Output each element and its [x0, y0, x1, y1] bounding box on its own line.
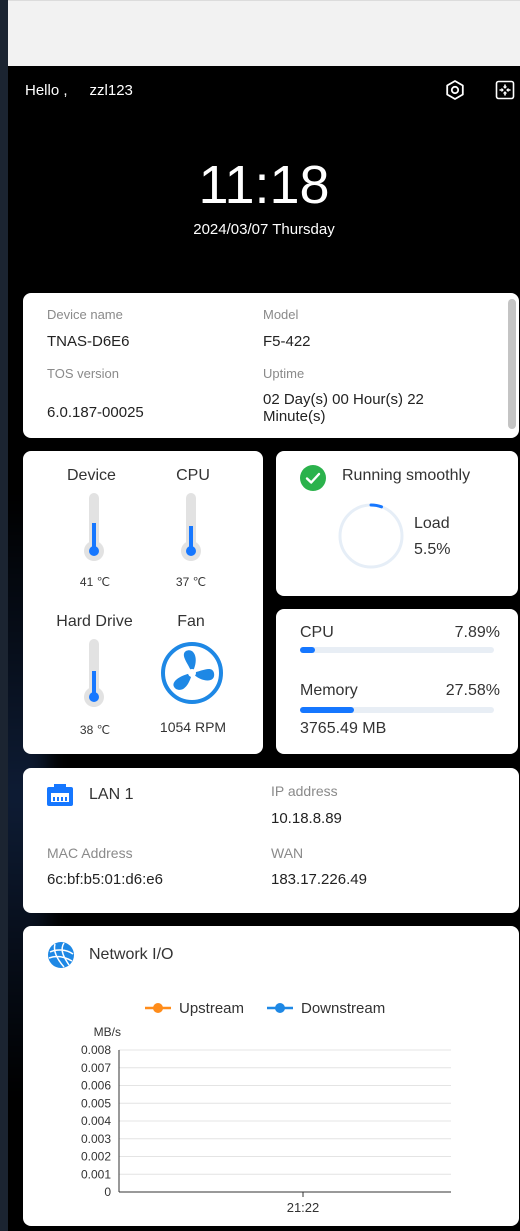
x-tick-label: 21:22 [287, 1200, 320, 1215]
device-name-value: TNAS-D6E6 [47, 333, 130, 350]
y-axis-unit-label: MB/s [94, 1025, 121, 1039]
cpu-usage-label: CPU [300, 624, 334, 641]
exit-fullscreen-icon[interactable] [494, 79, 516, 101]
network-io-card: Network I/O Upstream Downstream MB/s 0.008 0… [23, 926, 519, 1226]
ip-address-label: IP address [271, 783, 338, 799]
status-text: Running smoothly [342, 467, 471, 484]
tos-version-label: TOS version [47, 366, 120, 381]
hdd-thermometer-fill [92, 671, 96, 694]
uptime-value: 02 Day(s) 00 Hour(s) 22 Minute(s) [263, 391, 424, 425]
y-tick-label: 0.002 [81, 1150, 111, 1164]
hard-drive-temp-label: Hard Drive [56, 613, 133, 630]
lan-port-icon [47, 784, 73, 806]
network-io-chart: Upstream Downstream MB/s 0.008 0.007 0.006 0.0… [81, 1000, 451, 1215]
y-tick-label: 0.005 [81, 1096, 111, 1110]
settings-icon[interactable] [444, 79, 466, 101]
greeting: Hello , zzl123 [25, 82, 133, 99]
globe-icon [48, 942, 74, 968]
hard-drive-temp-value: 38 ℃ [79, 723, 111, 737]
cpu-thermometer-icon [181, 493, 201, 561]
check-circle-icon [300, 465, 326, 491]
y-tick-label: 0.006 [81, 1079, 111, 1093]
network-io-title: Network I/O [89, 946, 174, 963]
load-gauge [338, 503, 404, 569]
mac-address-value: 6c:bf:b5:01:d6:e6 [47, 871, 163, 888]
model-label: Model [263, 307, 299, 322]
clock-date: 2024/03/07 Thursday [193, 221, 335, 238]
legend-label-0: Upstream [179, 1000, 244, 1017]
uptime-line-2: Minute(s) [263, 408, 326, 425]
lan-name: LAN 1 [89, 786, 134, 803]
cpu-usage-bar-fill [300, 647, 316, 653]
temperature-card: Device CPU 41 ℃ 37 ℃ Hard Drive Fan 38 ℃… [23, 451, 263, 754]
greeting-text: Hello , [25, 82, 68, 99]
load-value: 5.5% [414, 541, 451, 558]
cpu-usage-bar [300, 647, 494, 653]
fan-label: Fan [177, 613, 205, 630]
y-tick-label: 0.001 [81, 1167, 111, 1181]
memory-usage-bar [300, 707, 494, 713]
y-tick-label: 0 [104, 1185, 111, 1199]
wan-value: 183.17.226.49 [271, 871, 367, 888]
mac-address-label: MAC Address [47, 845, 133, 861]
device-temp-label: Device [67, 467, 116, 484]
memory-used-value: 3765.49 MB [300, 720, 387, 737]
memory-usage-value: 27.58% [445, 682, 500, 699]
legend-marker-0 [153, 1003, 163, 1013]
memory-usage-bar-fill [300, 707, 354, 713]
model-value: F5-422 [263, 333, 311, 350]
cpu-thermometer-fill [189, 526, 193, 548]
device-name-label: Device name [47, 307, 123, 322]
load-label: Load [414, 515, 450, 532]
fan-icon [161, 642, 223, 704]
dashboard-panel: Hello , zzl123 11:18 2024/03/07 Thursday … [8, 66, 520, 1231]
y-tick-label: 0.008 [81, 1043, 111, 1057]
cpu-temp-label: CPU [176, 467, 210, 484]
uptime-label: Uptime [263, 366, 305, 381]
memory-usage-label: Memory [300, 682, 358, 699]
y-tick-label: 0.004 [81, 1114, 111, 1128]
device-thermometer-icon [84, 493, 104, 561]
device-thermometer-fill [92, 523, 96, 548]
hard-drive-thermometer-icon [84, 639, 104, 707]
clock-time: 11:18 [198, 155, 330, 215]
legend-marker-1 [275, 1003, 285, 1013]
ip-address-value: 10.18.8.89 [271, 810, 342, 827]
system-status-card: Running smoothly Load 5.5% [276, 451, 518, 596]
resource-usage-card: CPU 7.89% Memory 27.58% 3765.49 MB [276, 609, 518, 754]
device-info-card: Device name TNAS-D6E6 Model F5-422 TOS v… [23, 293, 519, 438]
uptime-line-1: 02 Day(s) 00 Hour(s) 22 [263, 391, 424, 408]
y-tick-label: 0.007 [81, 1061, 111, 1075]
y-tick-label: 0.003 [81, 1132, 111, 1146]
device-temp-value: 41 ℃ [79, 575, 111, 589]
fan-speed-value: 1054 RPM [159, 719, 227, 735]
tos-version-value: 6.0.187-00025 [47, 404, 144, 421]
username: zzl123 [89, 82, 133, 99]
network-card: LAN 1 IP address 10.18.8.89 MAC Address … [23, 768, 519, 913]
cpu-usage-value: 7.89% [454, 624, 500, 641]
wan-label: WAN [271, 845, 304, 861]
legend-label-1: Downstream [301, 1000, 385, 1017]
card-scrollbar[interactable] [508, 299, 516, 429]
browser-top-bar [8, 0, 520, 67]
cpu-temp-value: 37 ℃ [175, 575, 207, 589]
